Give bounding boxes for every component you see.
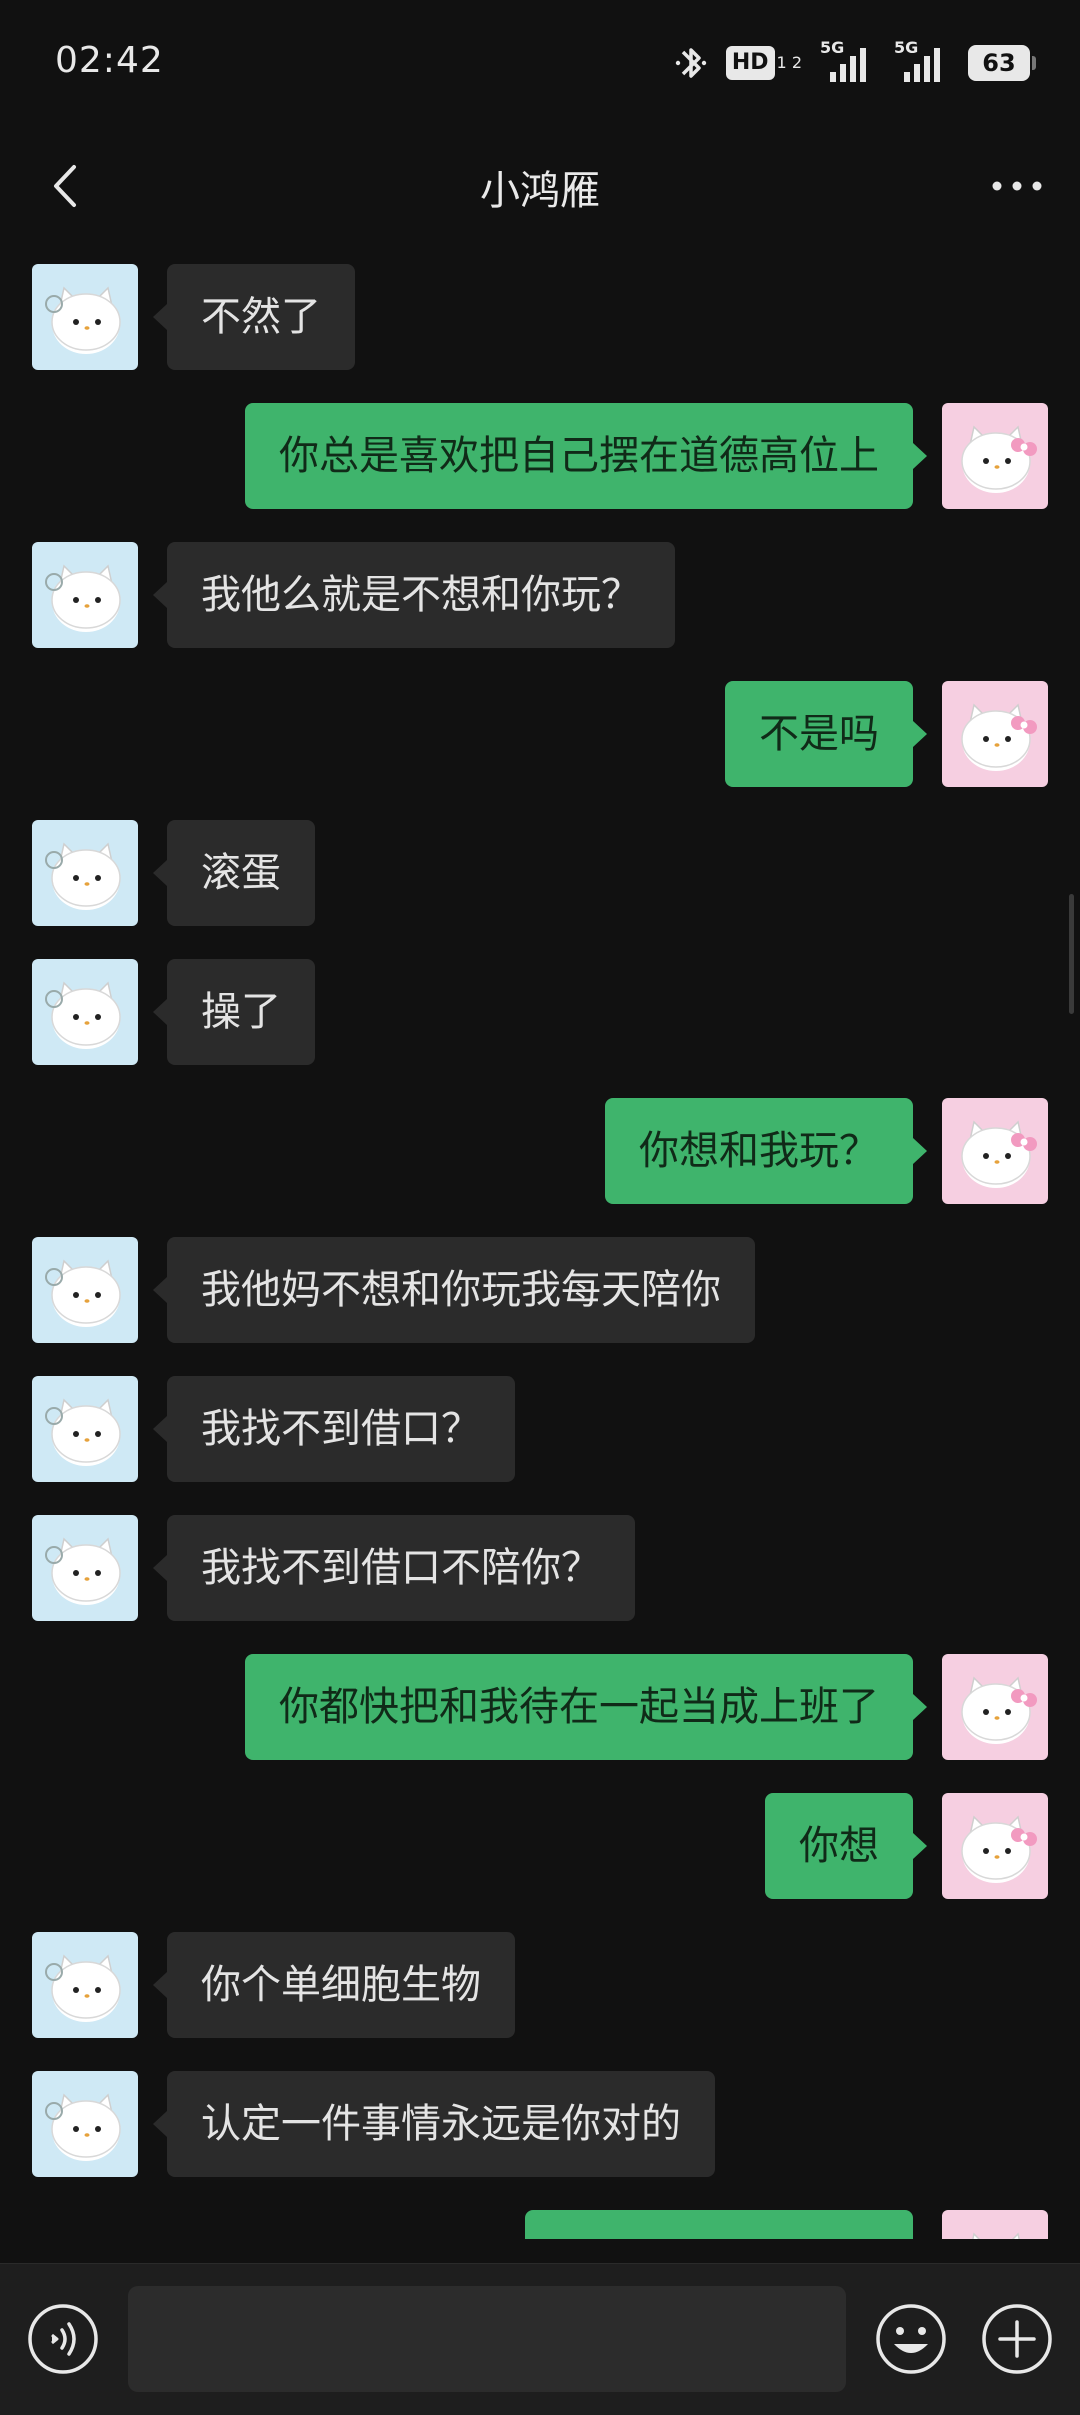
- message-bubble[interactable]: 我他妈不想和你玩我每天陪你: [153, 1237, 755, 1343]
- chat-title: 小鸿雁: [480, 168, 600, 214]
- message-bubble[interactable]: 你想: [765, 1793, 927, 1899]
- emoji-button[interactable]: [874, 2302, 948, 2376]
- contact-avatar[interactable]: [32, 1932, 138, 2038]
- input-bar: [0, 2263, 1080, 2415]
- emoji-icon: [876, 2304, 946, 2374]
- message-list[interactable]: 不然了你总是喜欢把自己摆在道德高位上我他么就是不想和你玩？ 不是吗滚蛋操了你想和我…: [0, 244, 1080, 2239]
- voice-button[interactable]: [26, 2302, 100, 2376]
- my-avatar[interactable]: [942, 2210, 1048, 2239]
- bluetooth-icon: [675, 48, 707, 78]
- message-bubble[interactable]: 我找不到借口？: [153, 1376, 515, 1482]
- contact-avatar[interactable]: [32, 264, 138, 370]
- contact-avatar[interactable]: [32, 542, 138, 648]
- battery-level: 63: [982, 49, 1016, 77]
- message-bubble[interactable]: 滚蛋: [153, 820, 315, 926]
- message-bubble[interactable]: 操了: [153, 959, 315, 1065]
- plus-button[interactable]: [980, 2302, 1054, 2376]
- contact-avatar[interactable]: [32, 959, 138, 1065]
- message-bubble[interactable]: 你个单细胞生物: [153, 1932, 515, 2038]
- voice-icon: [28, 2304, 98, 2374]
- contact-avatar[interactable]: [32, 1515, 138, 1621]
- contact-avatar[interactable]: [32, 820, 138, 926]
- scrollbar[interactable]: [1069, 894, 1074, 1014]
- status-bar: 02:42 HD 1 2 5G 5G 63: [0, 0, 1080, 128]
- message-bubble[interactable]: 你想和我玩？: [605, 1098, 927, 1204]
- contact-avatar[interactable]: [32, 2071, 138, 2177]
- battery-icon: 63: [968, 45, 1036, 81]
- more-dots-icon: [992, 181, 1042, 191]
- message-bubble[interactable]: 你总是喜欢把自己摆在道德高位上: [245, 403, 927, 509]
- message-bubble[interactable]: 你还大脑杆菌呢你: [525, 2210, 913, 2239]
- message-bubble[interactable]: 不然了: [153, 264, 355, 370]
- message-bubble[interactable]: 不是吗: [725, 681, 927, 787]
- my-avatar[interactable]: [942, 1098, 1048, 1204]
- status-icons: HD 1 2 5G 5G 63: [674, 38, 1036, 88]
- message-bubble[interactable]: 我找不到借口不陪你？: [153, 1515, 635, 1621]
- my-avatar[interactable]: [942, 1654, 1048, 1760]
- chat-header: 小鸿雁: [0, 128, 1080, 244]
- signal-icon: 5G: [894, 38, 950, 86]
- hd-indicator: HD 1 2: [725, 46, 802, 80]
- my-avatar[interactable]: [942, 681, 1048, 787]
- status-time: 02:42: [55, 40, 164, 81]
- message-bubble[interactable]: 认定一件事情永远是你对的: [153, 2071, 715, 2177]
- message-input[interactable]: [128, 2286, 846, 2392]
- contact-avatar[interactable]: [32, 1376, 138, 1482]
- my-avatar[interactable]: [942, 403, 1048, 509]
- message-bubble[interactable]: 我他么就是不想和你玩？: [153, 542, 675, 648]
- more-button[interactable]: [980, 156, 1054, 216]
- contact-avatar[interactable]: [32, 1237, 138, 1343]
- my-avatar[interactable]: [942, 1793, 1048, 1899]
- plus-icon: [982, 2304, 1052, 2374]
- signal-icon: 5G: [820, 38, 876, 86]
- message-bubble[interactable]: 你都快把和我待在一起当成上班了: [245, 1654, 927, 1760]
